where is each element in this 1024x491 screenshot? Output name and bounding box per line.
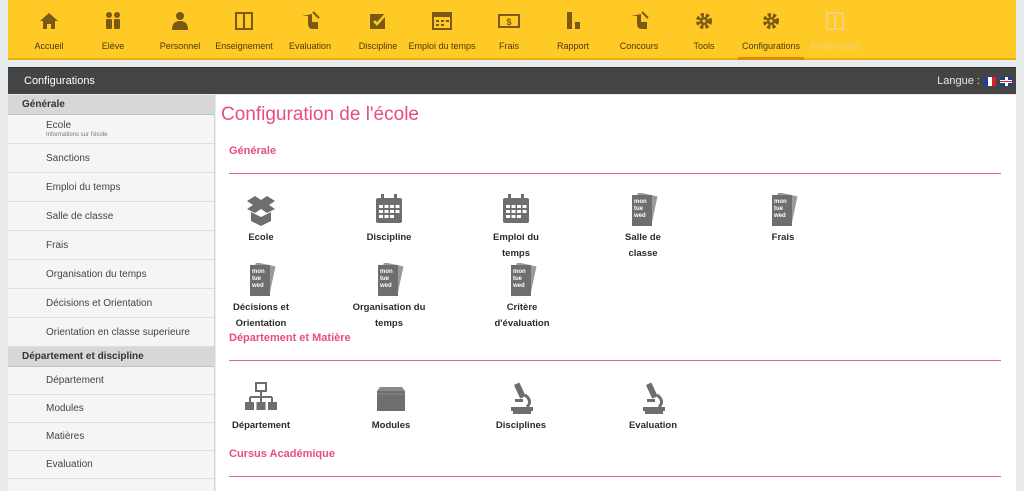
tile-modules[interactable]: Modules: [336, 381, 446, 434]
sidebar-section-departement: Département et discipline: [8, 347, 214, 367]
section-title: Configurations: [24, 75, 95, 87]
svg-text:mon: mon: [380, 269, 393, 275]
english-flag-icon[interactable]: [1000, 77, 1012, 86]
sidebar-item-emploi-du-temps[interactable]: Emploi du temps: [8, 173, 214, 202]
section-title-generale: Générale: [229, 145, 277, 157]
folder-icon: [377, 387, 405, 411]
nav-concours[interactable]: Concours: [612, 0, 666, 58]
weekday-icon: mon tue wed: [632, 193, 658, 226]
person-icon: [172, 12, 188, 30]
tile-frais[interactable]: mon tue wed Frais: [728, 193, 838, 246]
sidebar: Générale Ecole Informations sur l'école …: [8, 95, 215, 491]
nav-frais[interactable]: $ Frais: [486, 0, 532, 58]
main-content: Configuration de l'école Générale Ecole …: [216, 95, 1016, 491]
nav-discipline[interactable]: Discipline: [354, 0, 402, 58]
svg-text:tue: tue: [513, 276, 523, 282]
checkbox-icon: [370, 13, 387, 29]
sidebar-item-ecole[interactable]: Ecole Informations sur l'école: [8, 115, 214, 144]
svg-text:tue: tue: [380, 276, 390, 282]
svg-text:wed: wed: [379, 283, 392, 289]
french-flag-icon[interactable]: [984, 77, 996, 86]
nav-enseignement[interactable]: Enseignement: [212, 0, 276, 58]
top-navigation: Accueil Elève Personnel Enseignement Eva…: [8, 0, 1016, 60]
sidebar-item-modules[interactable]: Modules: [8, 395, 214, 423]
sidebar-item-decisions-orientation[interactable]: Décisions et Orientation: [8, 289, 214, 318]
section-title-cursus-academique: Cursus Académique: [229, 448, 335, 460]
sidebar-item-departement[interactable]: Département: [8, 367, 214, 395]
sidebar-item-orientation-classe-superieure[interactable]: Orientation en classe superieure: [8, 318, 214, 347]
tile-disciplines[interactable]: Disciplines: [466, 381, 576, 434]
svg-text:$: $: [506, 17, 511, 27]
weekday-icon: mon tue wed: [250, 263, 276, 296]
svg-text:wed: wed: [251, 283, 264, 289]
nav-accueil[interactable]: Accueil: [22, 0, 76, 58]
home-icon: [40, 13, 58, 29]
svg-text:tue: tue: [774, 206, 784, 212]
nav-personnel[interactable]: Personnel: [152, 0, 208, 58]
tile-evaluation[interactable]: Evaluation: [598, 381, 708, 434]
microscope-icon: [511, 382, 533, 414]
svg-text:tue: tue: [634, 206, 644, 212]
sidebar-section-generale: Générale: [8, 95, 214, 115]
nav-eleve[interactable]: Elève: [86, 0, 140, 58]
sidebar-item-sanctions[interactable]: Sanctions: [8, 144, 214, 173]
page-title: Configuration de l'école: [221, 104, 419, 125]
sidebar-item-salle-de-classe[interactable]: Salle de classe: [8, 202, 214, 231]
hand-pen-icon: [302, 11, 320, 29]
tile-decisions-orientation[interactable]: mon tue wed Décisions et Orientation: [216, 263, 306, 332]
students-icon: [106, 12, 120, 29]
org-chart-icon: [245, 382, 277, 410]
sidebar-item-evaluation[interactable]: Evaluation: [8, 451, 214, 479]
sidebar-item-organisation-du-temps[interactable]: Organisation du temps: [8, 260, 214, 289]
calendar-grid-icon: [432, 12, 452, 30]
gear-icon: [696, 13, 712, 29]
weekday-icon: mon tue wed: [772, 193, 798, 226]
language-label: Langue :: [937, 75, 980, 87]
calendar-icon: [503, 194, 529, 223]
nav-configurations[interactable]: Configurations: [738, 0, 804, 60]
section-divider: [229, 476, 1001, 477]
box-icon: [247, 196, 275, 226]
tile-departement[interactable]: Département: [206, 381, 316, 434]
svg-text:mon: mon: [774, 199, 787, 205]
svg-text:wed: wed: [512, 283, 525, 289]
svg-text:wed: wed: [633, 213, 646, 219]
sidebar-item-frais[interactable]: Frais: [8, 231, 214, 260]
svg-text:tue: tue: [252, 276, 262, 282]
tile-discipline[interactable]: Discipline: [334, 193, 444, 246]
microscope-icon: [643, 382, 665, 414]
nav-emploi-du-temps[interactable]: Emploi du temps: [406, 0, 478, 58]
section-divider: [229, 173, 1001, 174]
nav-evaluation[interactable]: Evaluation: [282, 0, 338, 58]
svg-text:mon: mon: [252, 269, 265, 275]
tile-critere-evaluation[interactable]: mon tue wed Critère d'évaluation: [478, 263, 566, 332]
report-icon: [567, 12, 580, 29]
money-icon: $: [498, 14, 520, 28]
nav-tools[interactable]: Tools: [684, 0, 724, 58]
weekday-icon: mon tue wed: [511, 263, 537, 296]
nav-rapport[interactable]: Rapport: [548, 0, 598, 58]
section-header-bar: Configurations Langue :: [8, 67, 1016, 94]
tile-emploi-du-temps[interactable]: Emploi du temps: [466, 193, 566, 262]
tile-organisation-du-temps[interactable]: mon tue wed Organisation du temps: [346, 263, 432, 332]
library-icon: [826, 12, 844, 30]
tile-ecole[interactable]: Ecole: [206, 193, 316, 246]
svg-text:mon: mon: [513, 269, 526, 275]
sidebar-item-matieres[interactable]: Matières: [8, 423, 214, 451]
nav-bibliotheque: Bibliothèque: [806, 0, 864, 58]
weekday-icon: mon tue wed: [378, 263, 404, 296]
calendar-icon: [376, 194, 402, 223]
tile-salle-de-classe[interactable]: mon tue wed Salle de classe: [598, 193, 688, 262]
svg-text:mon: mon: [634, 199, 647, 205]
hand-pen-icon: [631, 11, 649, 29]
book-icon: [235, 12, 253, 30]
section-title-departement-matiere: Département et Matière: [229, 332, 351, 344]
svg-text:wed: wed: [773, 213, 786, 219]
section-divider: [229, 360, 1001, 361]
gear-icon: [763, 13, 779, 29]
